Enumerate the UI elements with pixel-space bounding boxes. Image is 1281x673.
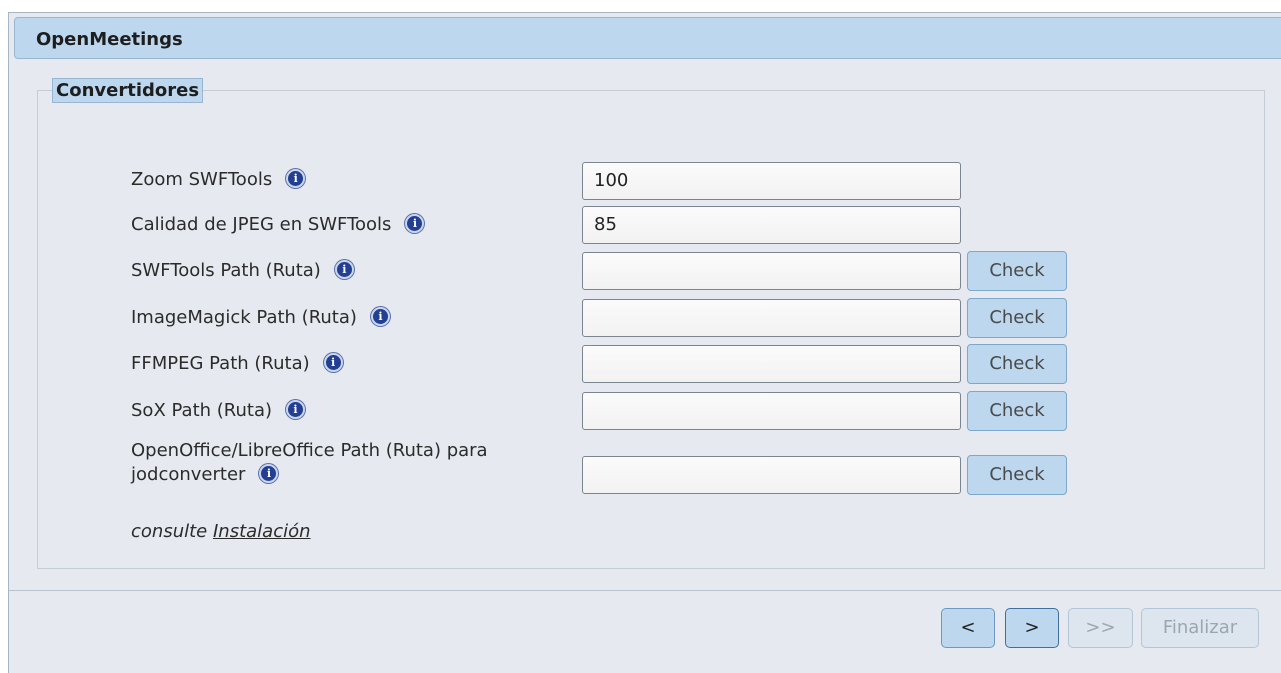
field-label-text: Zoom SWFTools xyxy=(131,169,273,190)
openoffice-path-input[interactable] xyxy=(582,456,961,494)
info-icon[interactable]: i xyxy=(286,169,306,188)
field-label-text: SWFTools Path (Ruta) xyxy=(131,260,321,281)
swftools-path-input[interactable] xyxy=(582,252,961,290)
check-imagemagick-button[interactable]: Check xyxy=(967,298,1067,338)
field-label-text: OpenOffice/LibreOffice Path (Ruta) para xyxy=(131,440,488,461)
info-icon[interactable]: i xyxy=(405,214,425,233)
check-ffmpeg-button[interactable]: Check xyxy=(967,344,1067,384)
field-label-text: SoX Path (Ruta) xyxy=(131,400,272,421)
group-legend: Convertidores xyxy=(52,78,204,103)
last-button[interactable]: >> xyxy=(1068,608,1133,648)
field-label-openoffice-path: OpenOffice/LibreOffice Path (Ruta) para … xyxy=(131,439,488,487)
field-label-text: FFMPEG Path (Ruta) xyxy=(131,353,310,374)
field-label-ffmpeg-path: FFMPEG Path (Ruta) i xyxy=(131,352,343,376)
finish-button[interactable]: Finalizar xyxy=(1141,608,1259,648)
field-label-swftools-path: SWFTools Path (Ruta) i xyxy=(131,259,354,283)
info-icon[interactable]: i xyxy=(286,400,305,419)
field-label-text: jodconverter xyxy=(131,464,246,485)
prev-button[interactable]: < xyxy=(941,608,995,648)
check-openoffice-button[interactable]: Check xyxy=(967,455,1067,495)
field-label-zoom-swftools: Zoom SWFTools i xyxy=(131,168,306,192)
installation-link[interactable]: Instalación xyxy=(213,521,311,542)
field-label-text: Calidad de JPEG en SWFTools xyxy=(131,214,392,235)
ffmpeg-path-input[interactable] xyxy=(582,345,961,383)
next-button[interactable]: > xyxy=(1005,608,1059,648)
jpeg-quality-input[interactable]: 85 xyxy=(582,206,961,244)
converters-group: Convertidores Zoom SWFTools i 100 Calidad… xyxy=(37,78,1265,569)
check-sox-button[interactable]: Check xyxy=(967,391,1067,431)
imagemagick-path-input[interactable] xyxy=(582,299,961,337)
note-prefix: consulte xyxy=(131,521,208,542)
info-icon[interactable]: i xyxy=(370,307,390,326)
zoom-swftools-input[interactable]: 100 xyxy=(582,162,961,200)
info-icon[interactable]: i xyxy=(259,464,279,483)
check-swftools-button[interactable]: Check xyxy=(967,251,1067,291)
sox-path-input[interactable] xyxy=(582,392,961,430)
title-bar: OpenMeetings xyxy=(14,17,1281,59)
footer-divider xyxy=(9,590,1281,591)
installation-note: consulte Instalación xyxy=(131,521,311,542)
field-label-text: ImageMagick Path (Ruta) xyxy=(131,307,357,328)
field-label-jpeg-quality: Calidad de JPEG en SWFTools i xyxy=(131,213,425,237)
field-label-sox-path: SoX Path (Ruta) i xyxy=(131,399,305,423)
info-icon[interactable]: i xyxy=(323,353,343,372)
field-label-imagemagick-path: ImageMagick Path (Ruta) i xyxy=(131,306,390,330)
window-title: OpenMeetings xyxy=(36,29,183,50)
info-icon[interactable]: i xyxy=(334,260,354,279)
installer-window: OpenMeetings Convertidores Zoom SWFTools… xyxy=(8,12,1281,673)
